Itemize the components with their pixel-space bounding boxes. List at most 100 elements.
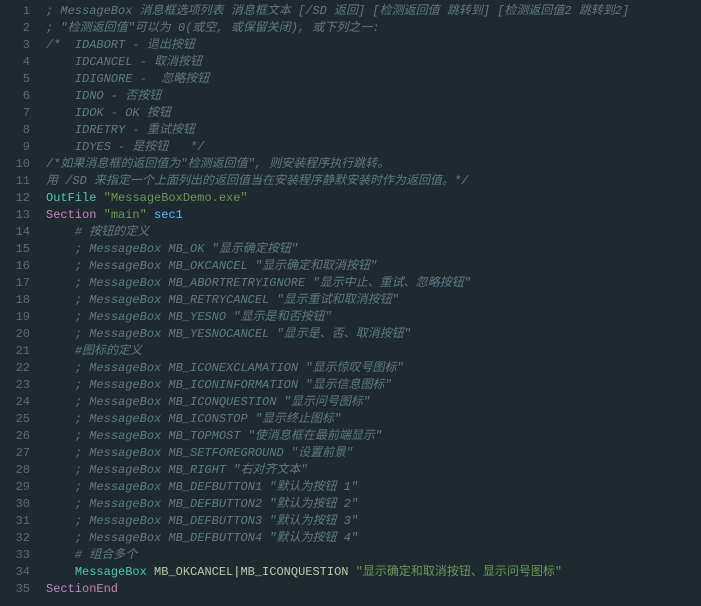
code-token: IDOK - OK 按钮: [46, 106, 171, 120]
code-line[interactable]: ; MessageBox MB_DEFBUTTON2 "默认为按钮 2": [46, 496, 629, 513]
code-token: [96, 208, 103, 222]
line-number: 2: [0, 20, 30, 37]
code-token: ; MessageBox MB_DEFBUTTON3 "默认为按钮 3": [75, 514, 358, 528]
code-token: SectionEnd: [46, 582, 118, 596]
line-number: 25: [0, 411, 30, 428]
code-line[interactable]: #图标的定义: [46, 343, 629, 360]
code-line[interactable]: IDRETRY - 重试按钮: [46, 122, 629, 139]
line-number: 5: [0, 71, 30, 88]
line-number: 33: [0, 547, 30, 564]
code-line[interactable]: ; MessageBox MB_ICONSTOP "显示终止图标": [46, 411, 629, 428]
code-line[interactable]: /*如果消息框的返回值为"检测返回值", 则安装程序执行跳转。: [46, 156, 629, 173]
code-line[interactable]: ; MessageBox 消息框选项列表 消息框文本 [/SD 返回] [检测返…: [46, 3, 629, 20]
code-line[interactable]: ; "检测返回值"可以为 0(或空, 或保留关闭), 或下列之一:: [46, 20, 629, 37]
code-token: [46, 497, 75, 511]
code-line[interactable]: ; MessageBox MB_DEFBUTTON1 "默认为按钮 1": [46, 479, 629, 496]
code-line[interactable]: ; MessageBox MB_TOPMOST "使消息框在最前端显示": [46, 428, 629, 445]
code-token: 用 /SD 来指定一个上面列出的返回值当在安装程序静默安装时作为返回值。*/: [46, 174, 468, 188]
line-number: 10: [0, 156, 30, 173]
code-line[interactable]: ; MessageBox MB_SETFOREGROUND "设置前景": [46, 445, 629, 462]
code-line[interactable]: ; MessageBox MB_ICONQUESTION "显示问号图标": [46, 394, 629, 411]
line-number-gutter: 1234567891011121314151617181920212223242…: [0, 0, 38, 601]
code-line[interactable]: ; MessageBox MB_OK "显示确定按钮": [46, 241, 629, 258]
code-token: IDIGNORE - 忽略按钮: [46, 72, 209, 86]
code-line[interactable]: IDYES - 是按钮 */: [46, 139, 629, 156]
code-token: [46, 531, 75, 545]
code-token: [46, 361, 75, 375]
code-token: sec1: [154, 208, 183, 222]
code-token: [46, 225, 75, 239]
code-line[interactable]: IDCANCEL - 取消按钮: [46, 54, 629, 71]
line-number: 26: [0, 428, 30, 445]
code-line[interactable]: ; MessageBox MB_ICONEXCLAMATION "显示惊叹号图标…: [46, 360, 629, 377]
code-token: ; MessageBox MB_DEFBUTTON4 "默认为按钮 4": [75, 531, 358, 545]
code-token: ; MessageBox MB_YESNOCANCEL "显示是、否、取消按钮": [75, 327, 411, 341]
line-number: 15: [0, 241, 30, 258]
line-number: 13: [0, 207, 30, 224]
code-line[interactable]: ; MessageBox MB_DEFBUTTON3 "默认为按钮 3": [46, 513, 629, 530]
code-token: ; MessageBox MB_ICONQUESTION "显示问号图标": [75, 395, 370, 409]
line-number: 18: [0, 292, 30, 309]
code-line[interactable]: IDOK - OK 按钮: [46, 105, 629, 122]
code-line[interactable]: ; MessageBox MB_YESNO "显示是和否按钮": [46, 309, 629, 326]
code-line[interactable]: ; MessageBox MB_RETRYCANCEL "显示重试和取消按钮": [46, 292, 629, 309]
code-token: IDNO - 否按钮: [46, 89, 161, 103]
code-token: ; MessageBox MB_TOPMOST "使消息框在最前端显示": [75, 429, 382, 443]
code-token: Section: [46, 208, 96, 222]
code-token: ; MessageBox MB_ICONEXCLAMATION "显示惊叹号图标…: [75, 361, 404, 375]
code-line[interactable]: ; MessageBox MB_ICONINFORMATION "显示信息图标": [46, 377, 629, 394]
line-number: 7: [0, 105, 30, 122]
line-number: 17: [0, 275, 30, 292]
code-token: ; MessageBox MB_DEFBUTTON1 "默认为按钮 1": [75, 480, 358, 494]
code-token: [46, 344, 75, 358]
code-token: ; MessageBox MB_ICONINFORMATION "显示信息图标": [75, 378, 392, 392]
code-token: [46, 327, 75, 341]
code-editor[interactable]: 1234567891011121314151617181920212223242…: [0, 0, 701, 601]
line-number: 27: [0, 445, 30, 462]
code-line[interactable]: ; MessageBox MB_YESNOCANCEL "显示是、否、取消按钮": [46, 326, 629, 343]
code-token: ; MessageBox MB_ICONSTOP "显示终止图标": [75, 412, 341, 426]
line-number: 16: [0, 258, 30, 275]
code-line[interactable]: ; MessageBox MB_RIGHT "右对齐文本": [46, 462, 629, 479]
code-line[interactable]: IDIGNORE - 忽略按钮: [46, 71, 629, 88]
line-number: 22: [0, 360, 30, 377]
code-token: ; MessageBox 消息框选项列表 消息框文本 [/SD 返回] [检测返…: [46, 4, 629, 18]
code-line[interactable]: # 组合多个: [46, 547, 629, 564]
line-number: 29: [0, 479, 30, 496]
code-line[interactable]: ; MessageBox MB_OKCANCEL "显示确定和取消按钮": [46, 258, 629, 275]
code-line[interactable]: ; MessageBox MB_ABORTRETRYIGNORE "显示中止、重…: [46, 275, 629, 292]
line-number: 31: [0, 513, 30, 530]
line-number: 4: [0, 54, 30, 71]
code-token: #图标的定义: [75, 344, 142, 358]
code-token: [46, 395, 75, 409]
line-number: 8: [0, 122, 30, 139]
line-number: 19: [0, 309, 30, 326]
code-token: [46, 463, 75, 477]
line-number: 35: [0, 581, 30, 598]
code-token: ; MessageBox MB_SETFOREGROUND "设置前景": [75, 446, 353, 460]
code-area[interactable]: ; MessageBox 消息框选项列表 消息框文本 [/SD 返回] [检测返…: [38, 0, 629, 601]
code-token: [348, 565, 355, 579]
code-token: IDCANCEL - 取消按钮: [46, 55, 202, 69]
code-token: [46, 242, 75, 256]
code-token: [46, 429, 75, 443]
code-token: [46, 548, 75, 562]
code-token: "main": [104, 208, 147, 222]
code-token: "显示确定和取消按钮、显示问号图标": [356, 565, 562, 579]
code-line[interactable]: Section "main" sec1: [46, 207, 629, 224]
code-line[interactable]: /* IDABORT - 退出按钮: [46, 37, 629, 54]
code-line[interactable]: MessageBox MB_OKCANCEL|MB_ICONQUESTION "…: [46, 564, 629, 581]
code-line[interactable]: # 按钮的定义: [46, 224, 629, 241]
line-number: 6: [0, 88, 30, 105]
code-token: [46, 514, 75, 528]
code-line[interactable]: 用 /SD 来指定一个上面列出的返回值当在安装程序静默安装时作为返回值。*/: [46, 173, 629, 190]
code-token: ; MessageBox MB_OK "显示确定按钮": [75, 242, 298, 256]
line-number: 24: [0, 394, 30, 411]
code-line[interactable]: OutFile "MessageBoxDemo.exe": [46, 190, 629, 207]
code-token: [46, 378, 75, 392]
code-line[interactable]: ; MessageBox MB_DEFBUTTON4 "默认为按钮 4": [46, 530, 629, 547]
code-token: # 组合多个: [75, 548, 137, 562]
code-line[interactable]: SectionEnd: [46, 581, 629, 598]
code-line[interactable]: IDNO - 否按钮: [46, 88, 629, 105]
code-token: ; MessageBox MB_RIGHT "右对齐文本": [75, 463, 308, 477]
